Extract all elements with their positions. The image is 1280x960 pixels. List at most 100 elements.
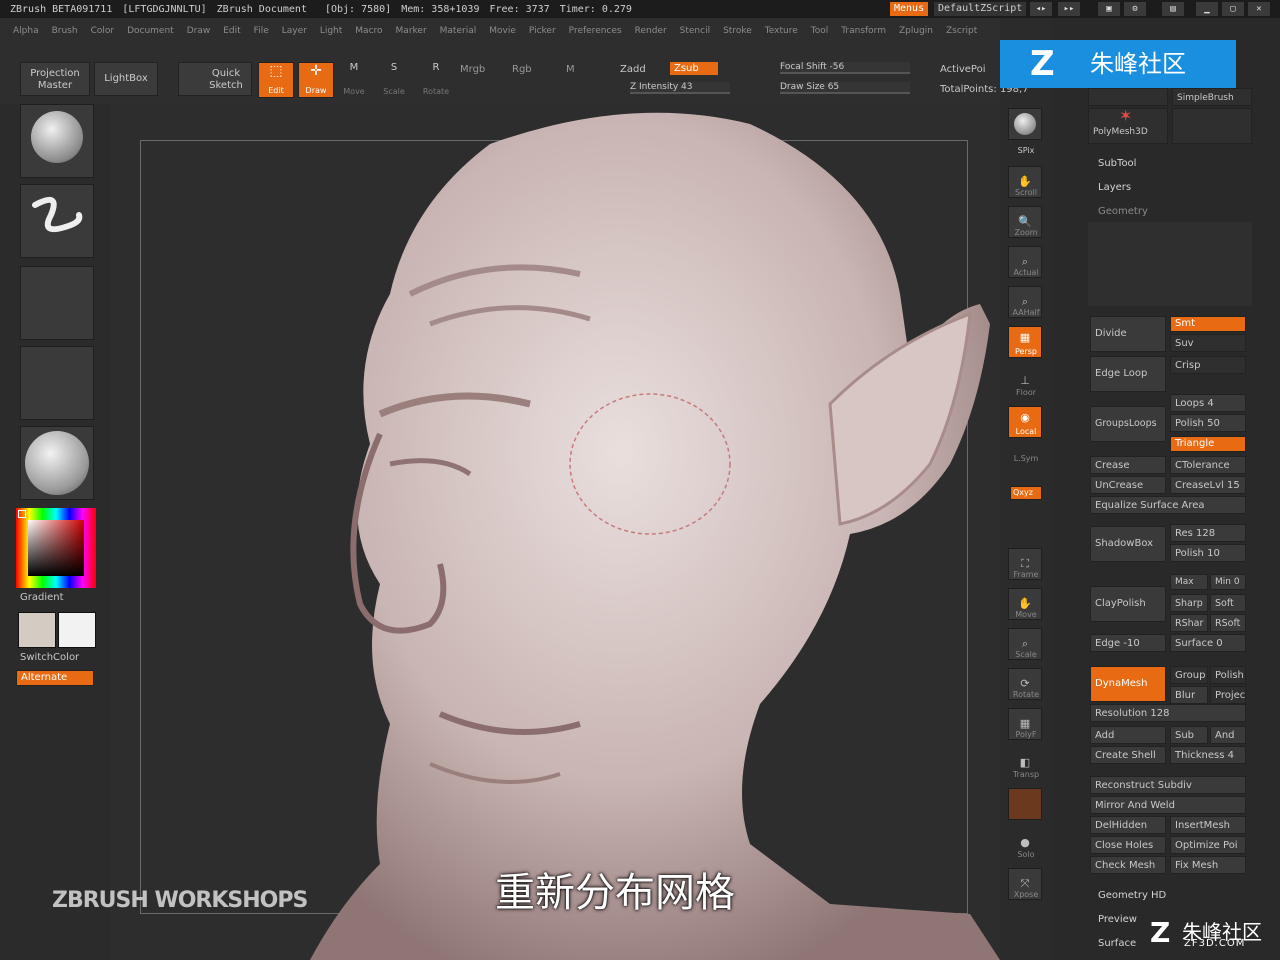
lock-icon[interactable]: ▤ — [1162, 2, 1184, 16]
zsub-button[interactable]: Zsub — [670, 62, 718, 75]
groups-loops-button[interactable]: GroupsLoops — [1090, 406, 1166, 442]
sharp-slider[interactable]: Sharp — [1170, 594, 1208, 612]
min-slider[interactable]: Min 0 — [1210, 574, 1246, 590]
brush-thumbnail[interactable] — [20, 104, 94, 178]
resolution-slider[interactable]: Resolution 128 — [1090, 704, 1246, 722]
prev-tool-thumbnail[interactable] — [1088, 88, 1168, 106]
uncrease-button[interactable]: UnCrease — [1090, 476, 1166, 494]
rgb-button[interactable]: Rgb — [512, 64, 532, 75]
menu-item[interactable]: File — [254, 26, 269, 36]
suv-toggle[interactable]: Suv — [1170, 334, 1246, 352]
insertmesh-button[interactable]: InsertMesh — [1170, 816, 1246, 834]
crisp-toggle[interactable]: Crisp — [1170, 356, 1246, 374]
texture-thumbnail[interactable] — [20, 346, 94, 420]
main-color-swatch[interactable] — [18, 612, 56, 648]
shadowbox-button[interactable]: ShadowBox — [1090, 526, 1166, 562]
settings-icon[interactable]: ⚙ — [1124, 2, 1146, 16]
group-toggle[interactable]: Group — [1170, 666, 1208, 684]
default-zscript-button[interactable]: DefaultZScript — [934, 2, 1027, 16]
draw-size-slider[interactable]: Draw Size 65 — [780, 82, 910, 94]
smt-toggle[interactable]: Smt — [1170, 316, 1246, 332]
menu-item[interactable]: Draw — [187, 26, 211, 36]
rsoft-slider[interactable]: RSoft — [1210, 614, 1246, 632]
move-button[interactable]: M Move — [338, 62, 370, 98]
divide-button[interactable]: Divide — [1090, 316, 1166, 352]
focal-shift-slider[interactable]: Focal Shift -56 — [780, 62, 910, 74]
menu-item[interactable]: Alpha — [13, 26, 39, 36]
preview-header[interactable]: Preview — [1098, 914, 1137, 925]
polish-10-slider[interactable]: Polish 10 — [1170, 544, 1246, 562]
menu-item[interactable]: Stroke — [723, 26, 752, 36]
menu-item[interactable]: Light — [320, 26, 342, 36]
maximize-icon[interactable]: ▢ — [1222, 2, 1244, 16]
menu-item[interactable]: Tool — [811, 26, 828, 36]
color-picker[interactable] — [16, 508, 96, 588]
spix-slider[interactable]: SPix — [1000, 146, 1052, 155]
draw-button[interactable]: ✛ Draw — [298, 62, 334, 98]
polymesh3d-tool[interactable]: ✶ PolyMesh3D — [1088, 108, 1168, 144]
stroke-thumbnail[interactable] — [20, 184, 94, 258]
scale-button[interactable]: S Scale — [378, 62, 410, 98]
menu-item[interactable]: Stencil — [680, 26, 710, 36]
secondary-color-swatch[interactable] — [58, 612, 96, 648]
delhidden-button[interactable]: DelHidden — [1090, 816, 1166, 834]
edge-loop-button[interactable]: Edge Loop — [1090, 356, 1166, 392]
rotate-button[interactable]: R Rotate — [420, 62, 452, 98]
menu-item[interactable]: Edit — [223, 26, 240, 36]
geometry-hd-header[interactable]: Geometry HD — [1098, 890, 1166, 901]
color-picker-square[interactable] — [28, 520, 84, 576]
edge-slider[interactable]: Edge -10 — [1090, 634, 1166, 652]
res-slider[interactable]: Res 128 — [1170, 524, 1246, 542]
surface-slider[interactable]: Surface 0 — [1170, 634, 1246, 652]
lsym-button[interactable]: L.Sym — [1000, 454, 1052, 463]
menu-item[interactable]: Brush — [52, 26, 78, 36]
menu-item[interactable]: Zscript — [946, 26, 977, 36]
reconstruct-subdiv-button[interactable]: Reconstruct Subdiv — [1090, 776, 1246, 794]
minimize-icon[interactable]: ▁ — [1196, 2, 1218, 16]
subtool-header[interactable]: SubTool — [1098, 158, 1136, 169]
z-intensity-slider[interactable]: Z Intensity 43 — [630, 82, 730, 94]
polish-slider[interactable]: Polish 50 — [1170, 414, 1246, 432]
mirror-and-weld-button[interactable]: Mirror And Weld — [1090, 796, 1246, 814]
menu-item[interactable]: Layer — [282, 26, 307, 36]
fix-mesh-button[interactable]: Fix Mesh — [1170, 856, 1246, 874]
project-toggle[interactable]: Projec — [1210, 686, 1246, 704]
material-thumbnail[interactable] — [20, 426, 94, 500]
switch-color-button[interactable]: SwitchColor — [20, 652, 79, 663]
quick-sketch-button[interactable]: Quick Sketch — [178, 62, 252, 96]
bpr-button[interactable] — [1008, 108, 1042, 140]
simplebrush-tool[interactable]: SimpleBrush — [1172, 88, 1252, 106]
menus-button[interactable]: Menus — [890, 2, 929, 16]
persp-button[interactable]: ▦ Persp — [1008, 326, 1042, 358]
close-icon[interactable]: ✕ — [1248, 2, 1270, 16]
ctolerance-slider[interactable]: CTolerance — [1170, 456, 1246, 474]
blur-slider[interactable]: Blur — [1170, 686, 1208, 704]
menu-item[interactable]: Color — [91, 26, 115, 36]
add-button[interactable]: Add — [1090, 726, 1166, 744]
alpha-thumbnail[interactable] — [20, 266, 94, 340]
local-button[interactable]: ◉ Local — [1008, 406, 1042, 438]
ghost-button[interactable] — [1008, 788, 1042, 820]
menu-item[interactable]: Marker — [396, 26, 427, 36]
camera-icon[interactable]: ▣ — [1098, 2, 1120, 16]
mrgb-button[interactable]: Mrgb — [460, 64, 485, 75]
creaselvl-slider[interactable]: CreaseLvl 15 — [1170, 476, 1246, 494]
crease-button[interactable]: Crease — [1090, 456, 1166, 474]
menu-item[interactable]: Preferences — [569, 26, 622, 36]
edit-button[interactable]: ⬚ Edit — [258, 62, 294, 98]
menu-item[interactable]: Texture — [765, 26, 798, 36]
close-holes-button[interactable]: Close Holes — [1090, 836, 1166, 854]
layers-header[interactable]: Layers — [1098, 182, 1131, 193]
thickness-slider[interactable]: Thickness 4 — [1170, 746, 1246, 764]
rsharp-slider[interactable]: RShar — [1170, 614, 1208, 632]
create-shell-button[interactable]: Create Shell — [1090, 746, 1166, 764]
menu-item[interactable]: Render — [635, 26, 667, 36]
lightbox-button[interactable]: LightBox — [94, 62, 158, 96]
and-button[interactable]: And — [1210, 726, 1246, 744]
triangle-toggle[interactable]: Triangle — [1170, 436, 1246, 452]
menu-item[interactable]: Macro — [355, 26, 382, 36]
next-icon[interactable]: ▸▸ — [1058, 2, 1080, 16]
prev-icon[interactable]: ◂▸ — [1030, 2, 1052, 16]
max-slider[interactable]: Max — [1170, 574, 1208, 590]
menu-item[interactable]: Picker — [529, 26, 556, 36]
